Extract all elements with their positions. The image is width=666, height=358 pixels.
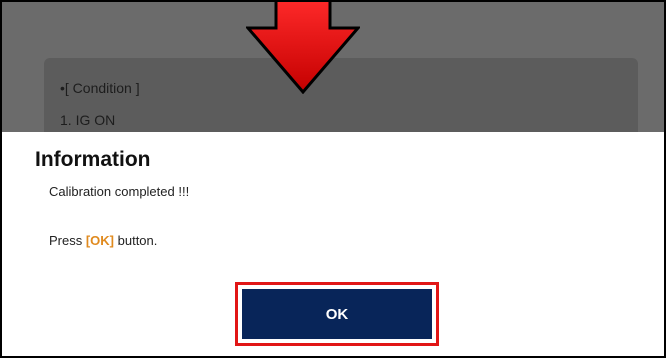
instruction-highlight: [OK]: [85, 233, 115, 248]
instruction-prefix: Press: [49, 233, 86, 248]
dialog-message: Calibration completed !!!: [49, 184, 190, 199]
instruction-suffix: button.: [114, 233, 158, 248]
ok-button[interactable]: OK: [242, 289, 432, 339]
dialog-title: Information: [35, 148, 151, 171]
information-dialog: Information Calibration completed !!! Pr…: [2, 132, 664, 356]
condition-item: 1. IG ON: [60, 112, 116, 128]
arrow-down-icon: [246, 2, 360, 94]
dialog-instruction: Press [OK] button.: [49, 233, 157, 248]
screenshot-frame: •[ Condition ] 1. IG ON Information Cali…: [0, 0, 666, 358]
condition-header: •[ Condition ]: [60, 80, 140, 96]
ok-button-callout: OK: [235, 282, 439, 346]
